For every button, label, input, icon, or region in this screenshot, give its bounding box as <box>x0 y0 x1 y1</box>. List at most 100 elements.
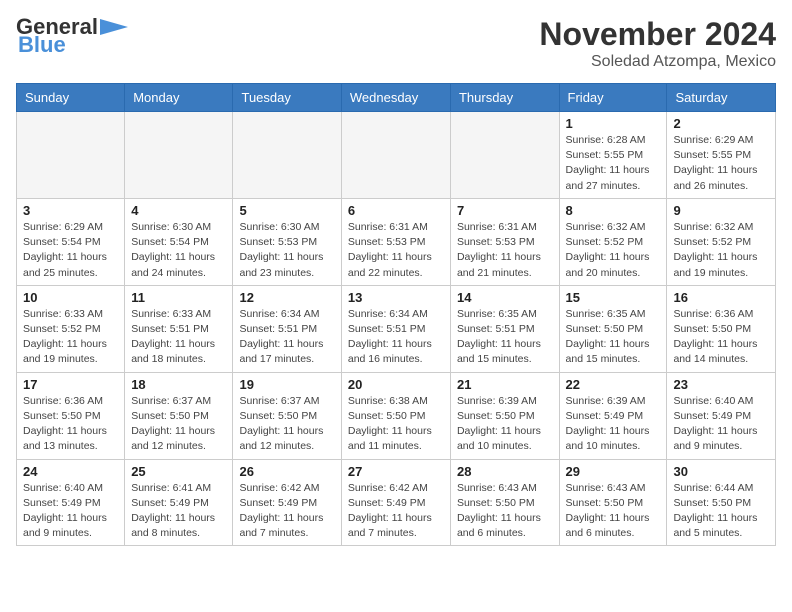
day-number: 13 <box>348 290 444 305</box>
day-info: Sunrise: 6:42 AM Sunset: 5:49 PM Dayligh… <box>348 481 444 542</box>
logo-icon <box>100 19 128 35</box>
calendar-day-cell: 17Sunrise: 6:36 AM Sunset: 5:50 PM Dayli… <box>17 372 125 459</box>
calendar-day-cell: 28 Sunrise: 6:43 AM Sunset: 5:50 PM Dayli… <box>450 459 559 546</box>
calendar-day-cell: 12 Sunrise: 6:34 AM Sunset: 5:51 PM Dayli… <box>233 285 341 372</box>
day-number: 1 <box>566 116 661 131</box>
day-info: Sunrise: 6:28 AM Sunset: 5:55 PM Dayligh… <box>566 133 661 194</box>
day-number: 20 <box>348 377 444 392</box>
day-number: 9 <box>673 203 769 218</box>
calendar-day-cell: 15 Sunrise: 6:35 AM Sunset: 5:50 PM Dayli… <box>559 285 667 372</box>
day-info: Sunrise: 6:29 AM Sunset: 5:55 PM Dayligh… <box>673 133 769 194</box>
day-number: 18 <box>131 377 226 392</box>
calendar-day-cell: 27 Sunrise: 6:42 AM Sunset: 5:49 PM Dayli… <box>341 459 450 546</box>
day-info: Sunrise: 6:43 AM Sunset: 5:50 PM Dayligh… <box>566 481 661 542</box>
day-info: Sunrise: 6:38 AM Sunset: 5:50 PM Dayligh… <box>348 394 444 455</box>
day-number: 8 <box>566 203 661 218</box>
calendar-week-row: 3 Sunrise: 6:29 AM Sunset: 5:54 PM Daylig… <box>17 198 776 285</box>
day-info: Sunrise: 6:39 AM Sunset: 5:50 PM Dayligh… <box>457 394 553 455</box>
location-title: Soledad Atzompa, Mexico <box>539 53 776 71</box>
day-info: Sunrise: 6:33 AM Sunset: 5:51 PM Dayligh… <box>131 307 226 368</box>
day-number: 23 <box>673 377 769 392</box>
calendar-day-cell: 16Sunrise: 6:36 AM Sunset: 5:50 PM Dayli… <box>667 285 776 372</box>
weekday-header: Sunday <box>17 84 125 112</box>
calendar-table: SundayMondayTuesdayWednesdayThursdayFrid… <box>16 83 776 546</box>
day-info: Sunrise: 6:34 AM Sunset: 5:51 PM Dayligh… <box>348 307 444 368</box>
day-info: Sunrise: 6:43 AM Sunset: 5:50 PM Dayligh… <box>457 481 553 542</box>
page-header: General Blue November 2024 Soledad Atzom… <box>16 16 776 71</box>
day-number: 6 <box>348 203 444 218</box>
calendar-day-cell: 30Sunrise: 6:44 AM Sunset: 5:50 PM Dayli… <box>667 459 776 546</box>
day-info: Sunrise: 6:33 AM Sunset: 5:52 PM Dayligh… <box>23 307 118 368</box>
day-number: 27 <box>348 464 444 479</box>
day-number: 5 <box>239 203 334 218</box>
day-info: Sunrise: 6:30 AM Sunset: 5:53 PM Dayligh… <box>239 220 334 281</box>
day-info: Sunrise: 6:44 AM Sunset: 5:50 PM Dayligh… <box>673 481 769 542</box>
calendar-day-cell: 19 Sunrise: 6:37 AM Sunset: 5:50 PM Dayli… <box>233 372 341 459</box>
day-info: Sunrise: 6:40 AM Sunset: 5:49 PM Dayligh… <box>23 481 118 542</box>
day-number: 16 <box>673 290 769 305</box>
calendar-day-cell: 1 Sunrise: 6:28 AM Sunset: 5:55 PM Daylig… <box>559 112 667 199</box>
day-info: Sunrise: 6:39 AM Sunset: 5:49 PM Dayligh… <box>566 394 661 455</box>
logo-blue-text: Blue <box>16 34 66 56</box>
day-info: Sunrise: 6:35 AM Sunset: 5:50 PM Dayligh… <box>566 307 661 368</box>
logo: General Blue <box>16 16 128 56</box>
calendar-week-row: 24Sunrise: 6:40 AM Sunset: 5:49 PM Dayli… <box>17 459 776 546</box>
day-number: 3 <box>23 203 118 218</box>
calendar-day-cell: 9 Sunrise: 6:32 AM Sunset: 5:52 PM Daylig… <box>667 198 776 285</box>
day-info: Sunrise: 6:41 AM Sunset: 5:49 PM Dayligh… <box>131 481 226 542</box>
day-info: Sunrise: 6:34 AM Sunset: 5:51 PM Dayligh… <box>239 307 334 368</box>
calendar-day-cell: 5 Sunrise: 6:30 AM Sunset: 5:53 PM Daylig… <box>233 198 341 285</box>
day-number: 10 <box>23 290 118 305</box>
month-title: November 2024 <box>539 16 776 53</box>
calendar-day-cell: 6 Sunrise: 6:31 AM Sunset: 5:53 PM Daylig… <box>341 198 450 285</box>
day-number: 14 <box>457 290 553 305</box>
calendar-day-cell: 21Sunrise: 6:39 AM Sunset: 5:50 PM Dayli… <box>450 372 559 459</box>
calendar-day-cell: 2 Sunrise: 6:29 AM Sunset: 5:55 PM Daylig… <box>667 112 776 199</box>
day-number: 15 <box>566 290 661 305</box>
calendar-day-cell <box>17 112 125 199</box>
weekday-header: Tuesday <box>233 84 341 112</box>
day-number: 11 <box>131 290 226 305</box>
day-number: 28 <box>457 464 553 479</box>
day-number: 25 <box>131 464 226 479</box>
calendar-week-row: 10 Sunrise: 6:33 AM Sunset: 5:52 PM Dayli… <box>17 285 776 372</box>
calendar-header-row: SundayMondayTuesdayWednesdayThursdayFrid… <box>17 84 776 112</box>
calendar-day-cell: 23 Sunrise: 6:40 AM Sunset: 5:49 PM Dayli… <box>667 372 776 459</box>
calendar-day-cell <box>125 112 233 199</box>
calendar-day-cell: 8 Sunrise: 6:32 AM Sunset: 5:52 PM Daylig… <box>559 198 667 285</box>
day-info: Sunrise: 6:31 AM Sunset: 5:53 PM Dayligh… <box>348 220 444 281</box>
calendar-day-cell: 20 Sunrise: 6:38 AM Sunset: 5:50 PM Dayli… <box>341 372 450 459</box>
title-block: November 2024 Soledad Atzompa, Mexico <box>539 16 776 71</box>
calendar-day-cell: 11 Sunrise: 6:33 AM Sunset: 5:51 PM Dayli… <box>125 285 233 372</box>
calendar-day-cell: 18 Sunrise: 6:37 AM Sunset: 5:50 PM Dayli… <box>125 372 233 459</box>
day-info: Sunrise: 6:32 AM Sunset: 5:52 PM Dayligh… <box>673 220 769 281</box>
calendar-day-cell: 26Sunrise: 6:42 AM Sunset: 5:49 PM Dayli… <box>233 459 341 546</box>
day-info: Sunrise: 6:37 AM Sunset: 5:50 PM Dayligh… <box>131 394 226 455</box>
day-number: 2 <box>673 116 769 131</box>
day-number: 22 <box>566 377 661 392</box>
calendar-day-cell: 7Sunrise: 6:31 AM Sunset: 5:53 PM Daylig… <box>450 198 559 285</box>
day-info: Sunrise: 6:40 AM Sunset: 5:49 PM Dayligh… <box>673 394 769 455</box>
day-number: 7 <box>457 203 553 218</box>
day-number: 19 <box>239 377 334 392</box>
weekday-header: Friday <box>559 84 667 112</box>
day-number: 12 <box>239 290 334 305</box>
day-number: 4 <box>131 203 226 218</box>
day-info: Sunrise: 6:32 AM Sunset: 5:52 PM Dayligh… <box>566 220 661 281</box>
calendar-week-row: 1 Sunrise: 6:28 AM Sunset: 5:55 PM Daylig… <box>17 112 776 199</box>
day-number: 29 <box>566 464 661 479</box>
calendar-week-row: 17Sunrise: 6:36 AM Sunset: 5:50 PM Dayli… <box>17 372 776 459</box>
weekday-header: Wednesday <box>341 84 450 112</box>
weekday-header: Thursday <box>450 84 559 112</box>
weekday-header: Monday <box>125 84 233 112</box>
calendar-day-cell: 29 Sunrise: 6:43 AM Sunset: 5:50 PM Dayli… <box>559 459 667 546</box>
calendar-day-cell <box>450 112 559 199</box>
day-number: 26 <box>239 464 334 479</box>
day-info: Sunrise: 6:30 AM Sunset: 5:54 PM Dayligh… <box>131 220 226 281</box>
day-info: Sunrise: 6:37 AM Sunset: 5:50 PM Dayligh… <box>239 394 334 455</box>
day-info: Sunrise: 6:29 AM Sunset: 5:54 PM Dayligh… <box>23 220 118 281</box>
calendar-day-cell: 13 Sunrise: 6:34 AM Sunset: 5:51 PM Dayli… <box>341 285 450 372</box>
calendar-day-cell: 14 Sunrise: 6:35 AM Sunset: 5:51 PM Dayli… <box>450 285 559 372</box>
day-info: Sunrise: 6:35 AM Sunset: 5:51 PM Dayligh… <box>457 307 553 368</box>
calendar-day-cell: 24Sunrise: 6:40 AM Sunset: 5:49 PM Dayli… <box>17 459 125 546</box>
